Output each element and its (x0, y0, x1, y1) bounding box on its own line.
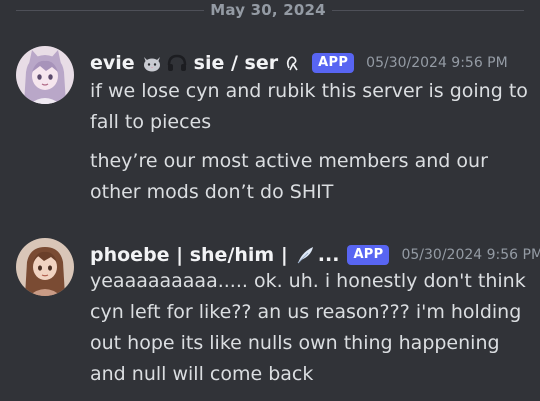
app-badge: APP (312, 53, 355, 73)
date-divider: May 30, 2024 (0, 0, 540, 20)
divider-line-left (16, 10, 204, 11)
username-truncation[interactable]: ... (318, 244, 340, 266)
avatar-evie-icon (16, 46, 74, 104)
feather-icon (294, 244, 316, 266)
chat-window: May 30, 2024 evie sie / ser APP 05/30/20… (0, 0, 540, 401)
timestamp: 05/30/2024 9:56 PM (401, 247, 540, 263)
avatar-phoebe-icon (16, 238, 74, 296)
divider-date: May 30, 2024 (210, 1, 326, 19)
divider-line-right (332, 10, 524, 11)
app-badge: APP (347, 245, 390, 265)
username[interactable]: evie (90, 52, 135, 74)
username[interactable]: phoebe | she/him | (90, 244, 288, 266)
cat-emoji-icon (141, 52, 163, 74)
message-text: yeaaaaaaaaa..... ok. uh. i honestly don'… (90, 270, 526, 385)
username-pronouns[interactable]: sie / ser (194, 52, 278, 74)
ribbon-icon (282, 52, 304, 74)
timestamp: 05/30/2024 9:56 PM (366, 55, 508, 71)
message-header: evie sie / ser APP 05/30/2024 9:56 PM (90, 48, 508, 78)
avatar[interactable] (16, 238, 74, 296)
headphones-icon (166, 52, 188, 74)
avatar[interactable] (16, 46, 74, 104)
message-text: if we lose cyn and rubik this server is … (90, 80, 528, 133)
message-text: they’re our most active members and our … (90, 150, 488, 203)
